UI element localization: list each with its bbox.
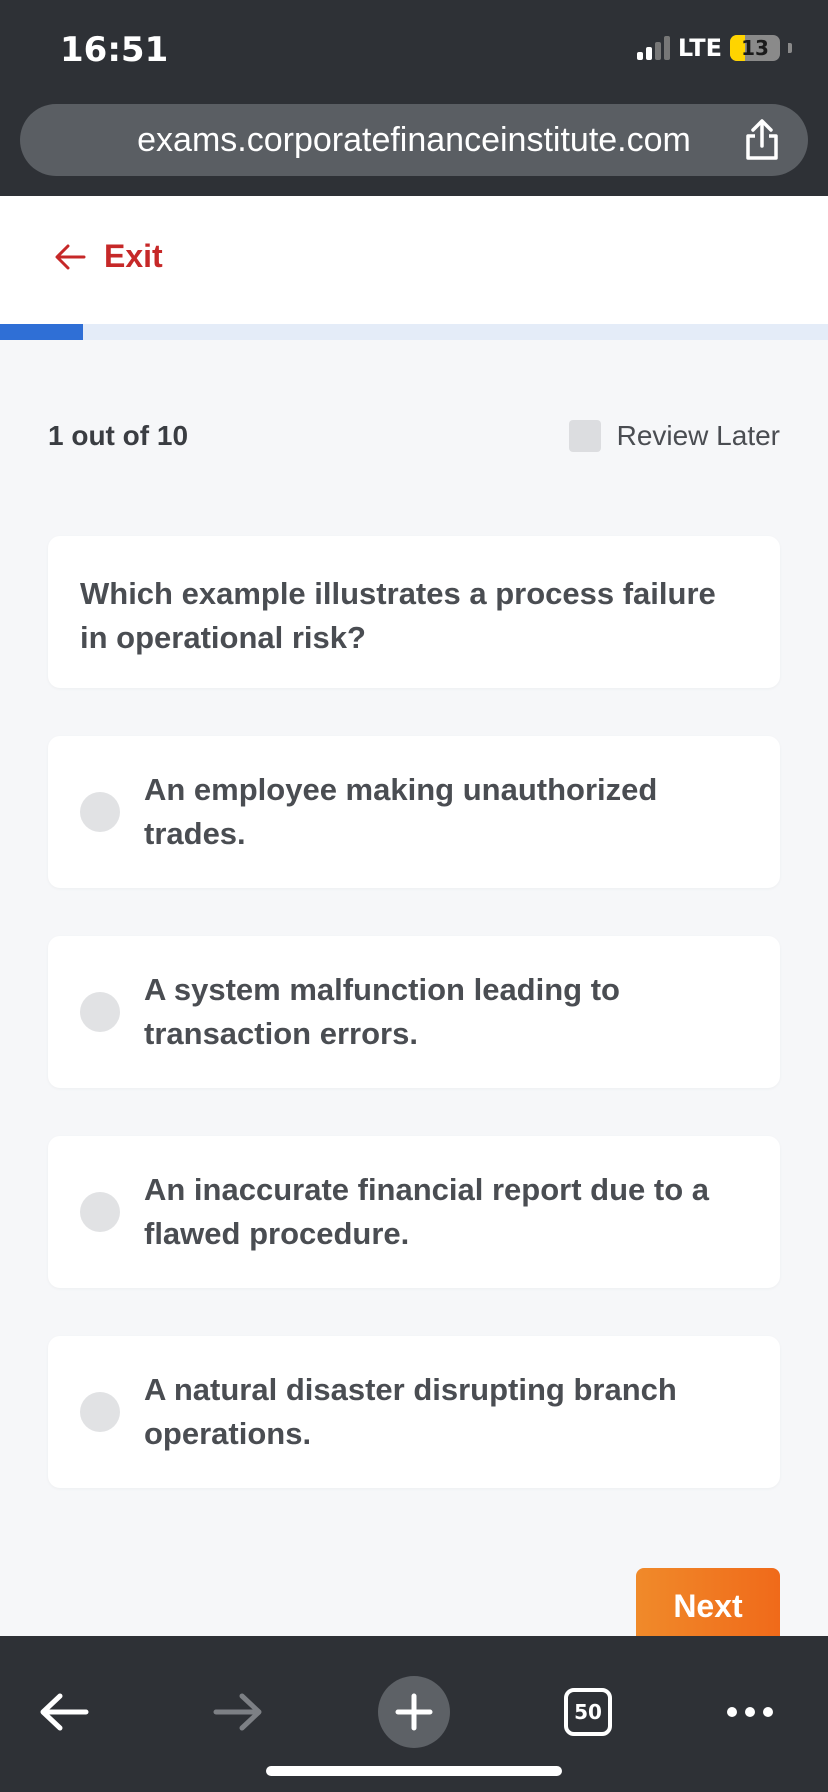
question-counter: 1 out of 10 xyxy=(48,420,189,451)
review-later-checkbox[interactable]: Review Later xyxy=(568,420,780,452)
browser-top-chrome: 16:51 LTE 13 exams.corporatefinanceinsti… xyxy=(0,0,828,196)
network-type: LTE xyxy=(677,34,722,62)
status-time: 16:51 xyxy=(60,30,169,70)
signal-icon xyxy=(636,36,670,60)
app-header: Exit xyxy=(0,196,828,324)
radio-button[interactable] xyxy=(80,792,120,832)
url-bar[interactable]: exams.corporatefinanceinstitute.com xyxy=(20,104,808,176)
share-icon[interactable] xyxy=(742,118,782,162)
question-card: Which example illustrates a process fail… xyxy=(48,536,780,688)
battery-level: 13 xyxy=(741,36,769,60)
battery-icon: 13 xyxy=(730,35,780,61)
option-text[interactable]: A system malfunction leading to transact… xyxy=(144,968,748,1056)
answer-option-3[interactable]: An inaccurate financial report due to a … xyxy=(48,1136,780,1288)
arrow-right-icon xyxy=(213,1693,262,1731)
radio-button[interactable] xyxy=(80,1392,120,1432)
back-button[interactable] xyxy=(28,1676,100,1748)
status-indicators: LTE 13 xyxy=(636,34,792,62)
exit-label[interactable]: Exit xyxy=(104,238,163,275)
radio-button[interactable] xyxy=(80,1192,120,1232)
option-text[interactable]: A natural disaster disrupting branch ope… xyxy=(144,1368,748,1456)
battery-tip xyxy=(788,43,792,53)
tabs-count: 50 xyxy=(564,1688,612,1736)
plus-icon xyxy=(378,1676,450,1748)
option-text[interactable]: An employee making unauthorized trades. xyxy=(144,768,748,856)
forward-button[interactable] xyxy=(202,1676,274,1748)
answer-option-4[interactable]: A natural disaster disrupting branch ope… xyxy=(48,1336,780,1488)
tabs-button[interactable]: 50 xyxy=(552,1676,624,1748)
exit-button[interactable]: Exit xyxy=(54,238,163,275)
arrow-left-icon xyxy=(55,244,86,269)
more-menu-button[interactable] xyxy=(714,1676,786,1748)
url-text[interactable]: exams.corporatefinanceinstitute.com xyxy=(20,104,748,176)
arrow-left-icon xyxy=(40,1693,89,1731)
progress-bar xyxy=(0,324,828,340)
home-indicator xyxy=(266,1766,562,1776)
review-later-label[interactable]: Review Later xyxy=(617,420,780,452)
answer-option-1[interactable]: An employee making unauthorized trades. xyxy=(48,736,780,888)
radio-button[interactable] xyxy=(80,992,120,1032)
more-icon xyxy=(727,1707,773,1717)
checkbox-icon[interactable] xyxy=(568,420,601,452)
option-text[interactable]: An inaccurate financial report due to a … xyxy=(144,1168,748,1256)
new-tab-button[interactable] xyxy=(378,1676,450,1748)
progress-fill xyxy=(0,324,83,340)
next-button[interactable]: Next xyxy=(636,1568,780,1644)
question-text: Which example illustrates a process fail… xyxy=(80,576,716,655)
answer-option-2[interactable]: A system malfunction leading to transact… xyxy=(48,936,780,1088)
